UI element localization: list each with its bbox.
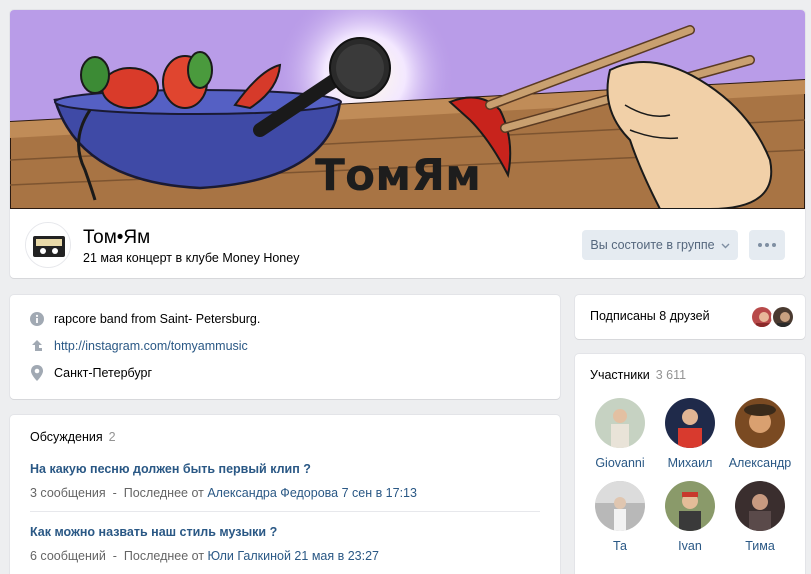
link-row: http://instagram.com/tomyammusic [30, 339, 248, 353]
member-avatar[interactable] [735, 398, 785, 448]
member-avatar[interactable] [595, 398, 645, 448]
friend-avatar[interactable] [771, 305, 795, 329]
group-header: ТомЯм Том•Ям 21 мая концерт в клубе Mone… [10, 10, 805, 278]
link-arrow-icon [30, 339, 44, 353]
member-item[interactable]: Ivan [655, 481, 725, 553]
more-actions-button[interactable] [749, 230, 785, 260]
topic-title-link[interactable]: Как можно назвать наш стиль музыки ? [30, 525, 540, 539]
member-avatar[interactable] [665, 398, 715, 448]
group-avatar[interactable] [25, 222, 71, 268]
members-title: Участники [590, 368, 650, 382]
member-avatar[interactable] [735, 481, 785, 531]
member-item[interactable]: Тима [725, 481, 795, 553]
member-name[interactable]: Александр [725, 456, 795, 470]
group-info: rapcore band from Saint- Petersburg. htt… [10, 295, 560, 399]
group-status: 21 мая концерт в клубе Money Honey [83, 251, 300, 265]
friends-label: Подписаны 8 друзей [590, 309, 710, 323]
discussion-topic: На какую песню должен быть первый клип ?… [30, 462, 540, 500]
topic-last-author-link[interactable]: Юли Галкиной 21 мая в 23:27 [208, 549, 379, 563]
description-row: rapcore band from Saint- Petersburg. [30, 312, 260, 326]
member-item[interactable]: Александр [725, 398, 795, 470]
cover-image[interactable]: ТомЯм [10, 10, 805, 209]
description-text: rapcore band from Saint- Petersburg. [54, 312, 261, 326]
discussions-count: 2 [108, 430, 116, 444]
friends-subscribed-block[interactable]: Подписаны 8 друзей [575, 295, 805, 339]
discussion-topic: Как можно назвать наш стиль музыки ? 6 с… [30, 525, 540, 563]
divider [30, 511, 540, 512]
member-name[interactable]: Тима [725, 539, 795, 553]
topic-title-link[interactable]: На какую песню должен быть первый клип ? [30, 462, 540, 476]
discussions-title: Обсуждения [30, 430, 103, 444]
members-header[interactable]: Участники 3 611 [590, 368, 686, 382]
topic-message-count: 3 сообщения [30, 486, 106, 500]
topic-last-prefix: Последнее от [123, 486, 204, 500]
info-icon [30, 312, 44, 326]
discussions-block: Обсуждения 2 На какую песню должен быть п… [10, 415, 560, 574]
topic-message-count: 6 сообщений [30, 549, 106, 563]
member-item[interactable]: Giovanni [585, 398, 655, 470]
topic-separator: - [112, 549, 117, 563]
member-name[interactable]: Ivan [655, 539, 725, 553]
group-name: Том•Ям [83, 227, 151, 248]
membership-dropdown-button[interactable]: Вы состоите в группе [582, 230, 738, 260]
more-dots-icon [758, 243, 762, 247]
topic-meta: 6 сообщений - Последнее от Юли Галкиной … [30, 549, 540, 563]
member-name[interactable]: Михаил [655, 456, 725, 470]
city-text: Санкт-Петербург [54, 366, 153, 380]
location-pin-icon [30, 365, 44, 381]
discussions-header[interactable]: Обсуждения 2 [30, 430, 116, 444]
chevron-down-icon [721, 238, 730, 252]
member-name[interactable]: Giovanni [585, 456, 655, 470]
member-avatar[interactable] [595, 481, 645, 531]
topic-last-prefix: Последнее от [123, 549, 205, 563]
membership-label: Вы состоите в группе [590, 238, 715, 252]
member-item[interactable]: Михаил [655, 398, 725, 470]
members-count: 3 611 [655, 368, 687, 382]
cover-logo-text: ТомЯм [315, 150, 481, 201]
city-row: Санкт-Петербург [30, 365, 153, 381]
member-avatar[interactable] [665, 481, 715, 531]
topic-separator: - [112, 486, 117, 500]
member-item[interactable]: Та [585, 481, 655, 553]
members-block: Участники 3 611 Giovanni Михаил Александр… [575, 354, 805, 574]
topic-meta: 3 сообщения - Последнее от Александра Фе… [30, 486, 540, 500]
instagram-link[interactable]: http://instagram.com/tomyammusic [54, 339, 248, 353]
member-name[interactable]: Та [585, 539, 655, 553]
topic-last-author-link[interactable]: Александра Федорова 7 сен в 17:13 [207, 486, 417, 500]
